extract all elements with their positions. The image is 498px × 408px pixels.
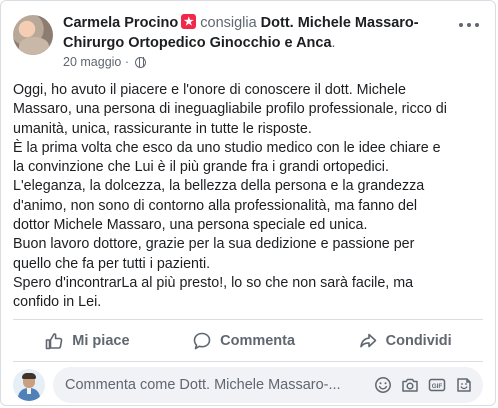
author-name[interactable]: Carmela Procino: [63, 15, 178, 31]
like-label: Mi piace: [72, 333, 130, 349]
share-label: Condividi: [385, 333, 452, 349]
post-meta: 20 maggio ·: [63, 55, 147, 69]
recommend-verb: consiglia: [200, 15, 257, 31]
comment-input[interactable]: Commenta come Dott. Michele Massaro-... …: [53, 367, 483, 403]
author-avatar[interactable]: [13, 15, 53, 55]
post-header: Carmela ProcinoconsigliaDott. Michele Ma…: [13, 11, 483, 73]
comment-row: Commenta come Dott. Michele Massaro-... …: [13, 367, 483, 403]
comment-tools: GIF: [374, 376, 483, 394]
post-actions: Mi piace Commenta Condividi: [13, 325, 483, 357]
share-button[interactable]: Condividi: [358, 331, 452, 351]
post-headline: Carmela ProcinoconsigliaDott. Michele Ma…: [63, 12, 443, 53]
page-suffix: .: [331, 35, 336, 51]
svg-text:GIF: GIF: [432, 383, 443, 390]
commenter-avatar[interactable]: [13, 369, 45, 401]
comment-placeholder: Commenta come Dott. Michele Massaro-...: [65, 377, 341, 393]
comment-label: Commenta: [220, 333, 296, 349]
camera-icon[interactable]: [401, 376, 419, 394]
post-body: Oggi, ho avuto il piacere e l'onore di c…: [13, 82, 447, 311]
recommend-badge-icon: [181, 12, 197, 32]
emoji-icon[interactable]: [374, 376, 392, 394]
share-icon: [359, 333, 376, 348]
comment-icon: [193, 332, 211, 350]
date-separator: ·: [121, 55, 133, 69]
globe-icon[interactable]: [135, 57, 147, 68]
comment-button[interactable]: Commenta: [192, 331, 295, 351]
post-card: Carmela ProcinoconsigliaDott. Michele Ma…: [0, 0, 496, 406]
more-icon[interactable]: [459, 19, 479, 31]
actions-divider-bottom: [13, 361, 483, 362]
actions-divider-top: [13, 319, 483, 320]
post-date[interactable]: 20 maggio: [63, 55, 121, 69]
like-icon: [45, 333, 63, 350]
like-button[interactable]: Mi piace: [44, 331, 130, 351]
gif-icon[interactable]: GIF: [428, 376, 446, 394]
sticker-icon[interactable]: [455, 376, 473, 394]
